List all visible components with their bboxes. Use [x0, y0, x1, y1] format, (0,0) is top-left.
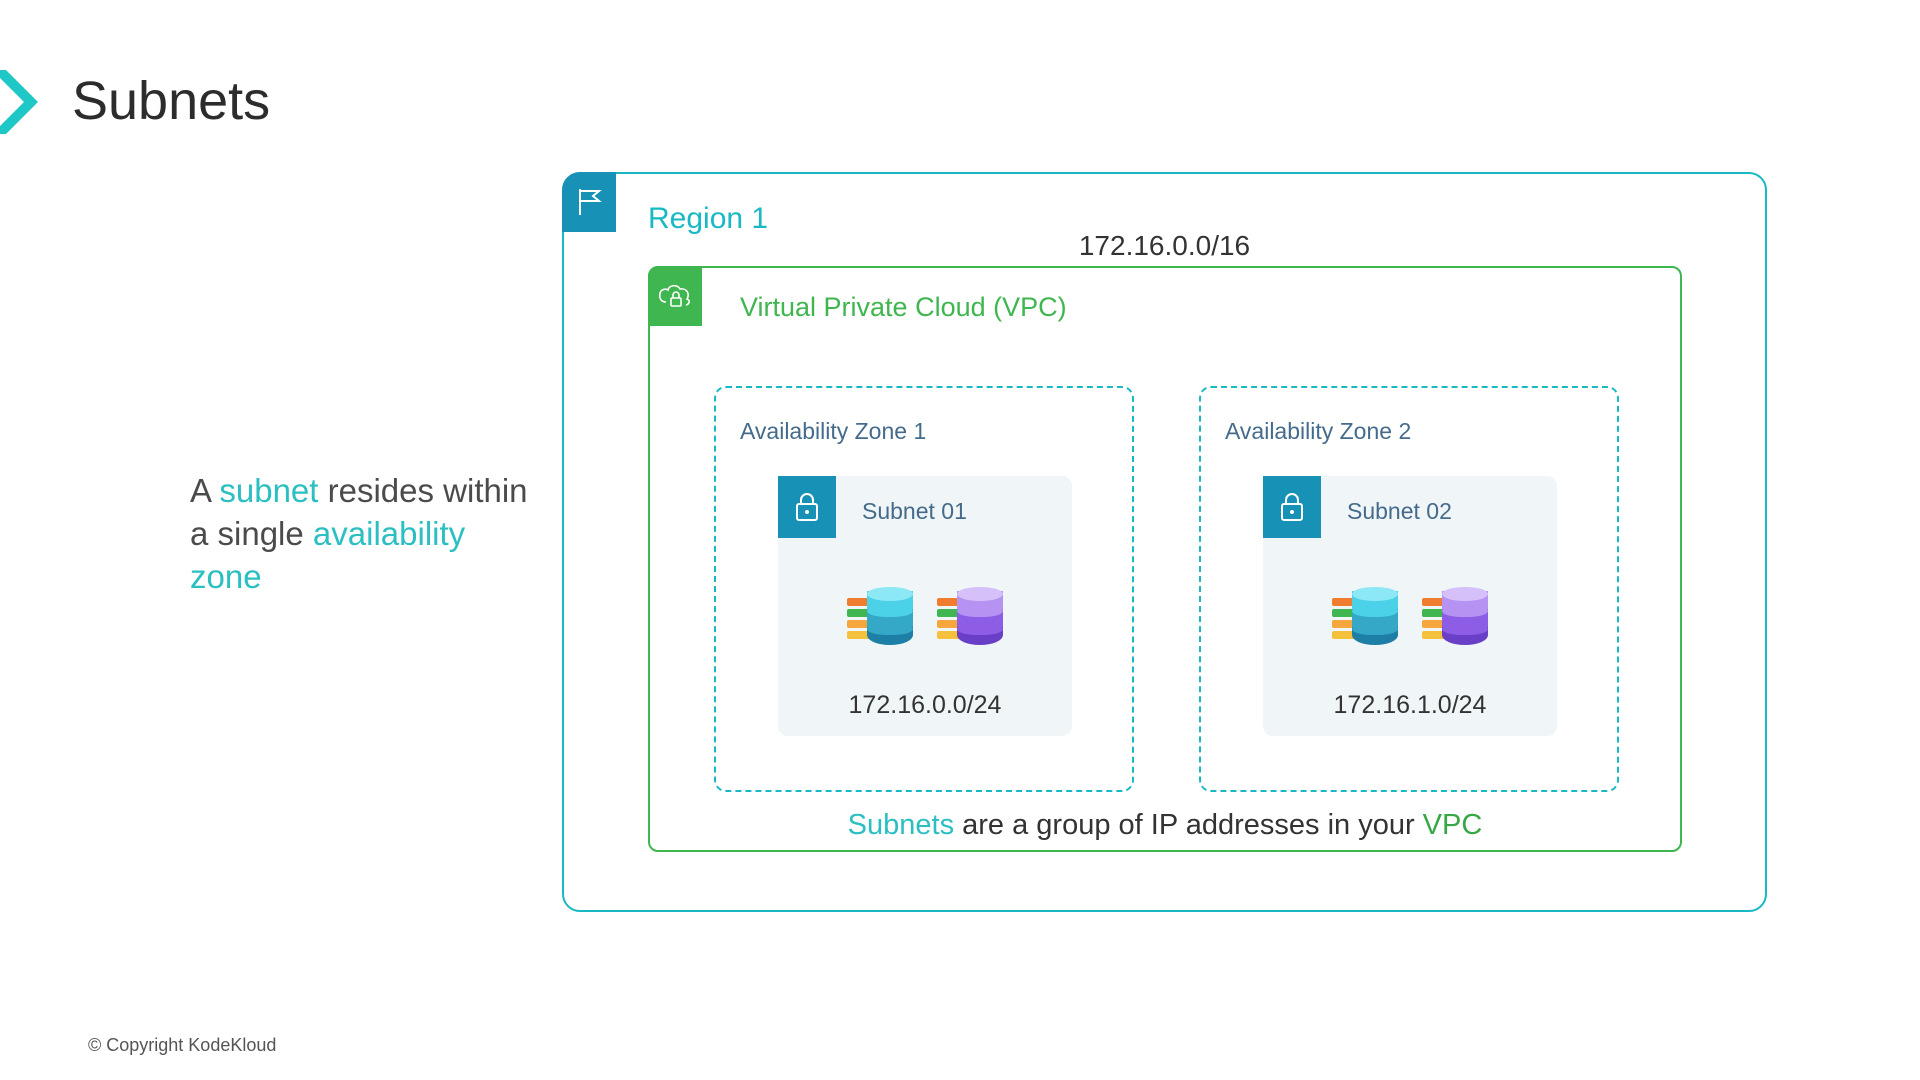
description-text: A subnet resides within a single availab…	[190, 470, 540, 599]
server-db-icon	[1332, 568, 1398, 668]
desc-subnet-word: subnet	[219, 472, 318, 509]
vpc-box: Virtual Private Cloud (VPC) Availability…	[648, 266, 1682, 852]
subnet2-cidr: 172.16.1.0/24	[1263, 691, 1557, 720]
chevron-right-icon	[0, 70, 44, 134]
az2-label: Availability Zone 2	[1225, 418, 1411, 445]
server-db-icon	[847, 568, 913, 668]
caption-mid: are a group of IP addresses in your	[954, 809, 1423, 841]
server-db-icon	[937, 568, 1003, 668]
caption-text: Subnets are a group of IP addresses in y…	[650, 809, 1680, 842]
subnet2-resources	[1263, 568, 1557, 668]
caption-subnets-word: Subnets	[848, 809, 954, 841]
flag-icon	[562, 172, 616, 232]
subnet2-label: Subnet 02	[1347, 498, 1452, 525]
subnet1-label: Subnet 01	[862, 498, 967, 525]
az1-label: Availability Zone 1	[740, 418, 926, 445]
page-title: Subnets	[72, 70, 270, 132]
region-cidr: 172.16.0.0/16	[564, 230, 1765, 262]
availability-zone-1: Availability Zone 1 Subnet 01	[714, 386, 1134, 792]
caption-vpc-word: VPC	[1423, 809, 1483, 841]
lock-icon	[1263, 476, 1321, 538]
vpc-label: Virtual Private Cloud (VPC)	[740, 292, 1067, 323]
region-box: Region 1 172.16.0.0/16 Virtual Private C…	[562, 172, 1767, 912]
subnet-1: Subnet 01	[778, 476, 1072, 736]
subnet1-cidr: 172.16.0.0/24	[778, 691, 1072, 720]
subnet-2: Subnet 02	[1263, 476, 1557, 736]
desc-pre: A	[190, 472, 219, 509]
server-db-icon	[1422, 568, 1488, 668]
copyright-text: © Copyright KodeKloud	[88, 1035, 276, 1056]
availability-zone-2: Availability Zone 2 Subnet 02	[1199, 386, 1619, 792]
cloud-lock-icon	[648, 266, 702, 326]
subnet1-resources	[778, 568, 1072, 668]
lock-icon	[778, 476, 836, 538]
